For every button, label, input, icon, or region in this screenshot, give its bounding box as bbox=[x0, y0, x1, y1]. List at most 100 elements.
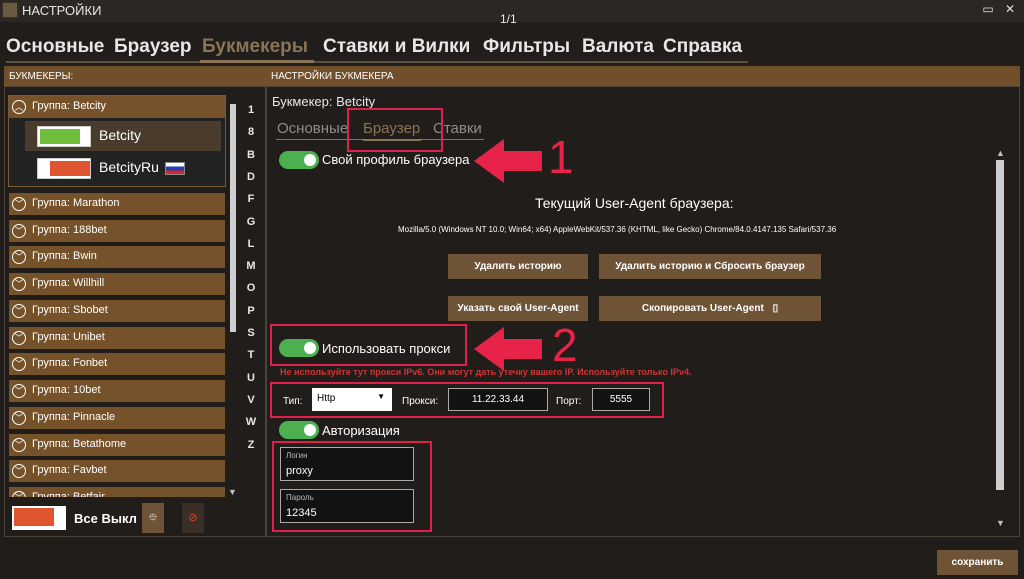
tab-bets-forks[interactable]: Ставки и Вилки bbox=[323, 36, 470, 58]
use-proxy-label: Использовать прокси bbox=[322, 341, 451, 356]
scrollbar-thumb[interactable] bbox=[230, 104, 236, 332]
letter-index-item[interactable]: M bbox=[243, 260, 259, 272]
group-collapsed[interactable]: ﹀ Группа: Favbet bbox=[9, 460, 225, 482]
chevron-down-icon: ▼ bbox=[377, 392, 385, 401]
bookmaker-toggle[interactable] bbox=[37, 126, 91, 147]
letter-index-item[interactable]: B bbox=[243, 149, 259, 161]
group-collapsed[interactable]: ﹀ Группа: Bwin bbox=[9, 246, 225, 268]
letter-index-item[interactable]: U bbox=[243, 372, 259, 384]
proxy-type-select[interactable]: Http ▼ bbox=[312, 388, 392, 411]
auth-label: Авторизация bbox=[322, 423, 400, 438]
tab-help[interactable]: Справка bbox=[663, 36, 742, 58]
group-label: Группа: Betfair bbox=[32, 491, 105, 497]
tab-filters[interactable]: Фильтры bbox=[483, 36, 570, 58]
bookmaker-toggle[interactable] bbox=[37, 158, 91, 179]
bookmakers-scrollbar[interactable] bbox=[229, 96, 237, 488]
letter-index-item[interactable]: L bbox=[243, 238, 259, 250]
letter-index-item[interactable]: O bbox=[243, 282, 259, 294]
save-button[interactable]: сохранить bbox=[937, 550, 1018, 575]
group-label: Группа: Sbobet bbox=[32, 304, 108, 316]
group-collapsed[interactable]: ﹀ Группа: Willhill bbox=[9, 273, 225, 295]
bookmaker-betcity[interactable]: Betcity bbox=[25, 121, 221, 151]
group-label: Группа: Pinnacle bbox=[32, 411, 116, 423]
chevron-down-icon: ﹀ bbox=[12, 438, 26, 452]
close-icon[interactable]: ✕ bbox=[1002, 2, 1018, 16]
letter-index-item[interactable]: S bbox=[243, 327, 259, 339]
group-label: Группа: Favbet bbox=[32, 464, 107, 476]
group-label: Группа: Marathon bbox=[32, 197, 120, 209]
tab-browser[interactable]: Браузер bbox=[114, 36, 192, 58]
switch-knob bbox=[304, 154, 316, 166]
group-collapsed[interactable]: ﹀ Группа: Betfair bbox=[9, 487, 225, 497]
annotation-number-2: 2 bbox=[552, 319, 578, 371]
letter-index-item[interactable]: D bbox=[243, 171, 259, 183]
bookmakers-header: БУКМЕКЕРЫ: bbox=[4, 66, 266, 86]
main-tabs: Основные Браузер Букмекеры Ставки и Вилк… bbox=[0, 36, 760, 62]
bookmaker-settings-header: НАСТРОЙКИ БУКМЕКЕРА bbox=[266, 66, 1020, 86]
letter-index-item[interactable]: 8 bbox=[243, 126, 259, 138]
switch-knob bbox=[304, 424, 316, 436]
letter-index-item[interactable]: 1 bbox=[243, 104, 259, 116]
ipv6-warning: Не используйте тут прокси IPv6. Они могу… bbox=[280, 367, 692, 377]
network-icon: ⯐ bbox=[148, 512, 158, 524]
use-proxy-switch[interactable] bbox=[279, 339, 319, 357]
window-title: НАСТРОЙКИ bbox=[22, 3, 102, 18]
proxy-port-input[interactable]: 5555 bbox=[592, 388, 650, 411]
russia-flag-icon bbox=[165, 162, 185, 175]
group-collapsed[interactable]: ﹀ Группа: Sbobet bbox=[9, 300, 225, 322]
group-collapsed[interactable]: ﹀ Группа: Fonbet bbox=[9, 353, 225, 375]
page-counter: 1/1 bbox=[500, 12, 517, 26]
scrollbar-thumb[interactable] bbox=[996, 160, 1004, 490]
letter-index-item[interactable]: G bbox=[243, 216, 259, 228]
group-collapsed[interactable]: ﹀ Группа: Marathon bbox=[9, 193, 225, 215]
letter-index-item[interactable]: P bbox=[243, 305, 259, 317]
chevron-down-icon: ﹀ bbox=[12, 357, 26, 371]
eye-off-icon: ⊘ bbox=[188, 512, 198, 524]
letter-index-item[interactable]: T bbox=[243, 349, 259, 361]
annotation-number-1: 1 bbox=[548, 131, 574, 183]
tab-general[interactable]: Основные bbox=[6, 36, 104, 58]
letter-index-item[interactable]: Z bbox=[243, 439, 259, 451]
tab-bookmakers[interactable]: Букмекеры bbox=[202, 36, 308, 58]
letter-index-item[interactable]: F bbox=[243, 193, 259, 205]
tab-currency[interactable]: Валюта bbox=[582, 36, 654, 58]
bookmaker-title: Букмекер: Betcity bbox=[272, 94, 376, 109]
group-betcity[interactable]: ︿ Группа: Betcity bbox=[9, 96, 225, 118]
maximize-icon[interactable]: ▭ bbox=[980, 2, 996, 16]
toggle-on-fill bbox=[40, 129, 80, 144]
letter-index-item[interactable]: W bbox=[243, 416, 259, 428]
clear-reset-button[interactable]: Удалить историю и Сбросить браузер bbox=[599, 254, 821, 279]
group-collapsed[interactable]: ﹀ Группа: 188bet bbox=[9, 220, 225, 242]
annotation-box bbox=[347, 108, 443, 152]
hide-button[interactable]: ⊘ bbox=[182, 503, 204, 533]
all-off-toggle[interactable] bbox=[12, 506, 66, 530]
proxy-type-label: Тип: bbox=[283, 396, 303, 407]
own-profile-switch[interactable] bbox=[279, 151, 319, 169]
settings-scrollbar[interactable] bbox=[995, 150, 1005, 530]
group-collapsed[interactable]: ﹀ Группа: Betathome bbox=[9, 434, 225, 456]
subtab-general[interactable]: Основные bbox=[277, 120, 348, 137]
proxy-address-input[interactable]: 11.22.33.44 bbox=[448, 388, 548, 411]
proxy-port-label: Порт: bbox=[556, 396, 582, 407]
letter-index-item[interactable]: V bbox=[243, 394, 259, 406]
group-collapsed[interactable]: ﹀ Группа: Unibet bbox=[9, 327, 225, 349]
clear-history-button[interactable]: Удалить историю bbox=[448, 254, 588, 279]
scroll-down-icon[interactable]: ▼ bbox=[228, 487, 237, 497]
group-collapsed[interactable]: ﹀ Группа: 10bet bbox=[9, 380, 225, 402]
scroll-down-icon[interactable]: ▼ bbox=[996, 518, 1005, 528]
login-field[interactable]: Логин proxy bbox=[280, 447, 414, 481]
group-collapsed[interactable]: ﹀ Группа: Pinnacle bbox=[9, 407, 225, 429]
bookmaker-betcityru[interactable]: BetcityRu bbox=[25, 153, 221, 183]
chevron-down-icon: ﹀ bbox=[12, 277, 26, 291]
chevron-up-icon: ︿ bbox=[12, 100, 26, 114]
copy-ua-button[interactable]: Скопировать User-Agent ▯ bbox=[599, 296, 821, 321]
group-tool-button[interactable]: ⯐ bbox=[142, 503, 164, 533]
chevron-down-icon: ﹀ bbox=[12, 411, 26, 425]
password-field[interactable]: Пароль 12345 bbox=[280, 489, 414, 523]
annotation-arrow-icon bbox=[474, 327, 542, 371]
ua-string: Mozilla/5.0 (Windows NT 10.0; Win64; x64… bbox=[398, 225, 837, 234]
tabs-divider bbox=[6, 61, 748, 63]
chevron-down-icon: ﹀ bbox=[12, 304, 26, 318]
chevron-down-icon: ﹀ bbox=[12, 464, 26, 478]
auth-switch[interactable] bbox=[279, 421, 319, 439]
